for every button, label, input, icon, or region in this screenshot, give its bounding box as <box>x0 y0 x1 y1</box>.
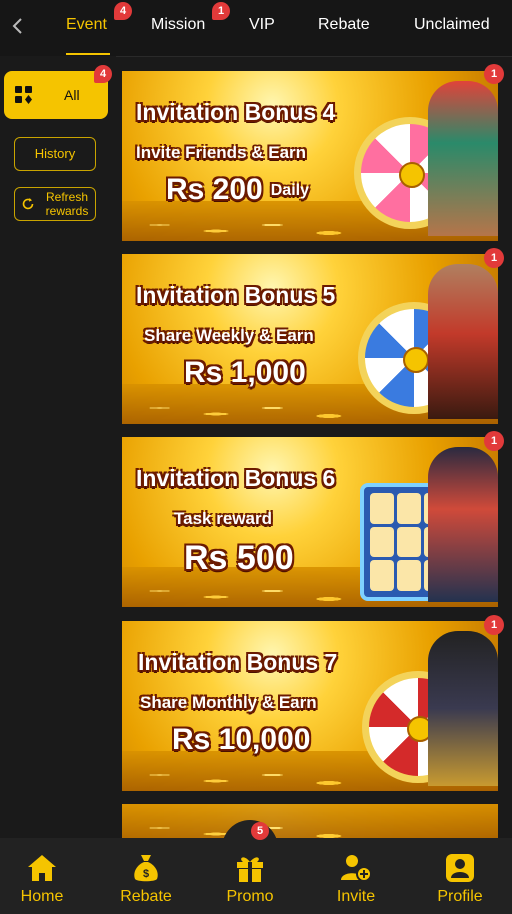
banner-amount: Rs 200 Daily <box>166 173 309 207</box>
banner-title: Invitation Bonus 7 <box>138 649 338 675</box>
nav-promo[interactable]: Promo <box>210 838 290 914</box>
category-all-badge: 4 <box>94 65 112 83</box>
banner-subtitle: Share Monthly & Earn <box>140 693 317 712</box>
active-tab-indicator <box>66 53 110 55</box>
banner-badge: 1 <box>484 64 504 84</box>
money-bag-icon: $ <box>134 855 158 882</box>
profile-icon <box>446 854 474 882</box>
category-all-button[interactable]: All <box>4 71 108 119</box>
banner-amount-suffix: Daily <box>270 182 309 200</box>
banner-subtitle: Invite Friends & Earn <box>136 143 307 162</box>
banner-subtitle: Task reward <box>174 509 272 528</box>
nav-home[interactable]: Home <box>2 838 82 914</box>
banner-amount: Rs 1,000 <box>184 356 306 389</box>
banner-amount: Rs 10,000 <box>172 723 311 756</box>
back-arrow-icon[interactable] <box>6 14 30 38</box>
character-illustration <box>428 81 498 236</box>
tab-rebate[interactable]: Rebate <box>318 16 370 34</box>
banner-title: Invitation Bonus 6 <box>136 465 336 491</box>
nav-rebate-label: Rebate <box>120 888 172 905</box>
tab-event[interactable]: Event <box>66 16 107 34</box>
banner-amount: Rs 500 <box>184 539 294 577</box>
banner-badge: 1 <box>484 615 504 635</box>
character-illustration <box>428 631 498 786</box>
nav-profile-label: Profile <box>437 888 483 905</box>
nav-promo-badge: 5 <box>251 822 269 840</box>
banner-subtitle: Share Weekly & Earn <box>144 326 314 345</box>
wheel-hub <box>403 347 429 373</box>
add-user-icon <box>341 855 372 882</box>
character-illustration <box>428 447 498 602</box>
home-icon <box>28 855 56 881</box>
banner-badge: 1 <box>484 248 504 268</box>
character-illustration <box>428 264 498 419</box>
promo-banner-invitation-bonus-4[interactable]: Invitation Bonus 4 Invite Friends & Earn… <box>122 71 498 241</box>
bottom-navigation: Home $ Rebate Promo 5 Invite Profile <box>0 822 512 914</box>
promo-banner-invitation-bonus-7[interactable]: Invitation Bonus 7 Share Monthly & Earn … <box>122 621 498 791</box>
promo-banner-invitation-bonus-5[interactable]: Invitation Bonus 5 Share Weekly & Earn R… <box>122 254 498 424</box>
banner-title: Invitation Bonus 5 <box>136 282 336 308</box>
history-button[interactable]: History <box>14 137 96 171</box>
tab-unclaimed[interactable]: Unclaimed <box>414 16 490 34</box>
tab-mission[interactable]: Mission <box>151 16 205 34</box>
wheel-hub <box>399 162 425 188</box>
promo-banner-invitation-bonus-6[interactable]: Invitation Bonus 6 Task reward Rs 500 <box>122 437 498 607</box>
nav-home-label: Home <box>20 888 64 905</box>
top-tab-bar: Event 4 Mission 1 VIP Rebate Unclaimed <box>0 0 512 57</box>
refresh-icon <box>22 198 34 210</box>
refresh-rewards-label: Refresh rewards <box>45 190 89 218</box>
category-all-label: All <box>64 87 80 103</box>
nav-invite-label: Invite <box>336 888 376 905</box>
banner-amount-value: Rs 200 <box>166 173 263 206</box>
tab-event-badge: 4 <box>114 2 132 20</box>
tab-mission-badge: 1 <box>212 2 230 20</box>
nav-rebate[interactable]: $ Rebate <box>106 838 186 914</box>
tab-vip[interactable]: VIP <box>249 16 275 34</box>
category-sidebar: All 4 History Refresh rewards <box>0 56 116 838</box>
banner-title: Invitation Bonus 4 <box>136 99 336 125</box>
banner-badge: 1 <box>484 431 504 451</box>
nav-invite[interactable]: Invite <box>316 838 396 914</box>
nav-profile[interactable]: Profile <box>420 838 500 914</box>
svg-text:$: $ <box>143 868 149 880</box>
gift-icon <box>237 857 263 882</box>
nav-promo-label: Promo <box>226 888 274 905</box>
grid-icon <box>15 86 32 104</box>
refresh-rewards-button[interactable]: Refresh rewards <box>14 187 96 221</box>
